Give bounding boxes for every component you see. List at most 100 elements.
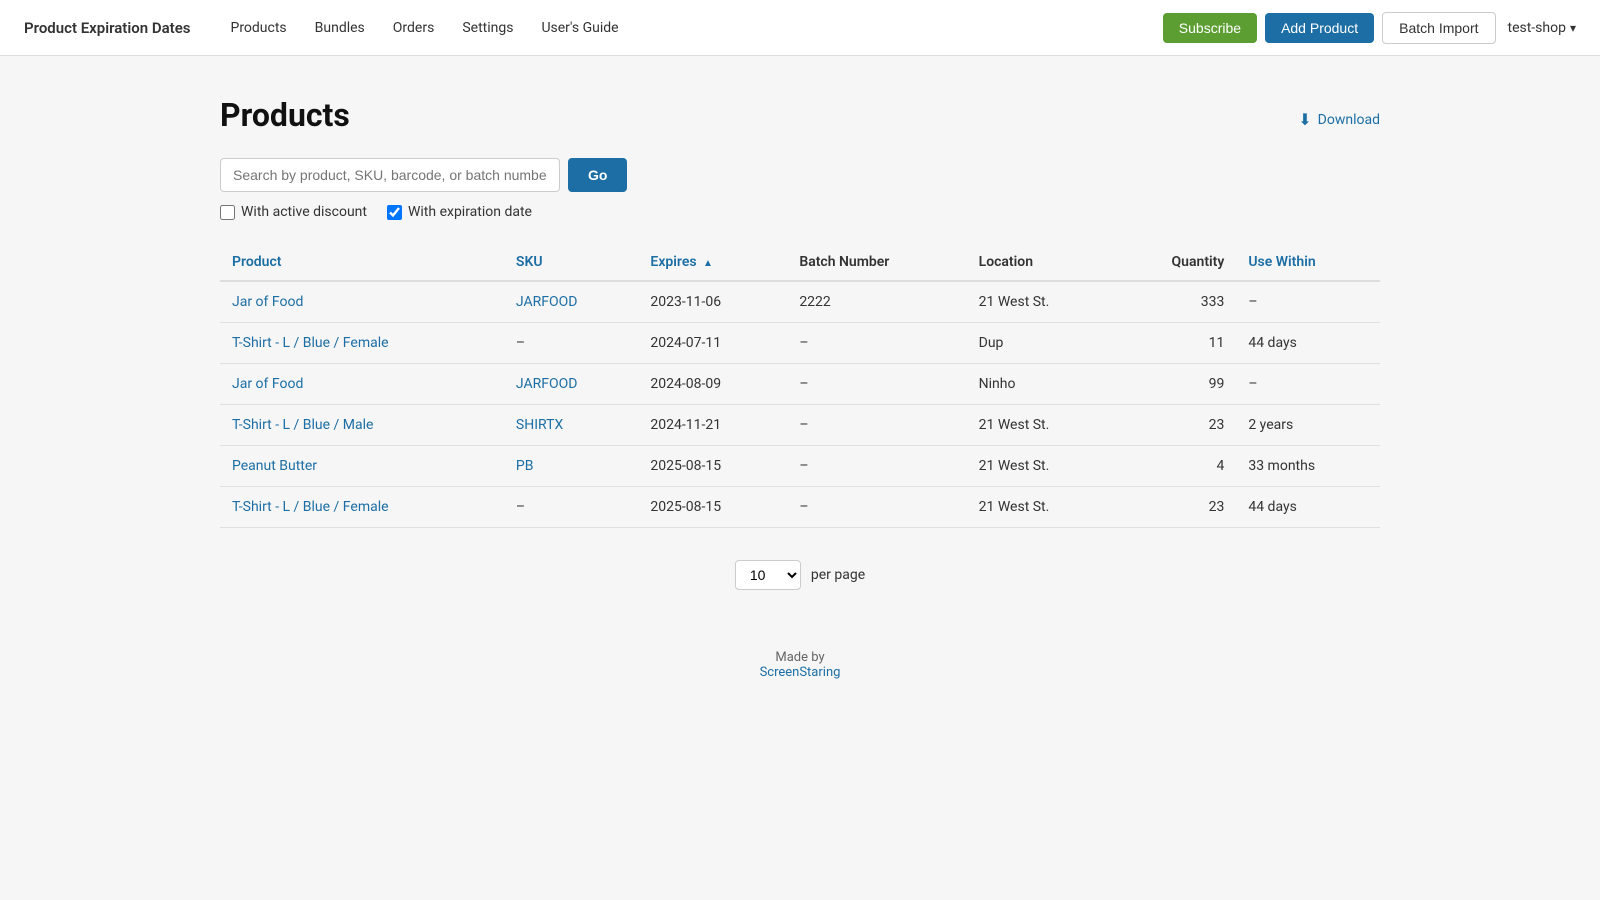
cell-sku: – bbox=[504, 323, 639, 364]
nav-link-users-guide[interactable]: User's Guide bbox=[529, 12, 630, 44]
cell-location: 21 West St. bbox=[967, 446, 1116, 487]
cell-product: T-Shirt - L / Blue / Female bbox=[220, 487, 504, 528]
cell-expires: 2025-08-15 bbox=[638, 487, 787, 528]
filter-discount-checkbox[interactable] bbox=[220, 205, 235, 220]
nav-actions: Subscribe Add Product Batch Import test-… bbox=[1163, 12, 1576, 44]
cell-use-within: – bbox=[1236, 281, 1380, 323]
col-header-location: Location bbox=[967, 244, 1116, 281]
batch-import-button[interactable]: Batch Import bbox=[1382, 12, 1495, 44]
search-bar: Go bbox=[220, 158, 1380, 192]
add-product-button[interactable]: Add Product bbox=[1265, 13, 1374, 43]
filter-expiration-label[interactable]: With expiration date bbox=[387, 204, 532, 220]
products-table: Product SKU Expires ▲ Batch Number Locat… bbox=[220, 244, 1380, 528]
cell-batch-number: – bbox=[787, 364, 966, 405]
cell-expires: 2024-11-21 bbox=[638, 405, 787, 446]
product-link[interactable]: T-Shirt - L / Blue / Female bbox=[232, 335, 389, 351]
cell-expires: 2023-11-06 bbox=[638, 281, 787, 323]
cell-product: Jar of Food bbox=[220, 364, 504, 405]
cell-batch-number: 2222 bbox=[787, 281, 966, 323]
cell-location: 21 West St. bbox=[967, 405, 1116, 446]
filter-discount-label[interactable]: With active discount bbox=[220, 204, 367, 220]
page-header: Products ⬇ Download bbox=[220, 96, 1380, 134]
cell-quantity: 333 bbox=[1116, 281, 1237, 323]
product-link[interactable]: T-Shirt - L / Blue / Female bbox=[232, 499, 389, 515]
cell-use-within: 2 years bbox=[1236, 405, 1380, 446]
sku-link[interactable]: JARFOOD bbox=[516, 376, 578, 392]
sku-link[interactable]: SHIRTX bbox=[516, 417, 563, 433]
col-header-use-within: Use Within bbox=[1236, 244, 1380, 281]
cell-location: 21 West St. bbox=[967, 281, 1116, 323]
cell-batch-number: – bbox=[787, 405, 966, 446]
col-header-batch-number: Batch Number bbox=[787, 244, 966, 281]
nav-link-bundles[interactable]: Bundles bbox=[303, 12, 377, 44]
table-row: Jar of Food JARFOOD 2023-11-06222221 West … bbox=[220, 281, 1380, 323]
cell-use-within: – bbox=[1236, 364, 1380, 405]
cell-product: T-Shirt - L / Blue / Female bbox=[220, 323, 504, 364]
search-input[interactable] bbox=[220, 158, 560, 192]
sku-link[interactable]: PB bbox=[516, 458, 534, 474]
table-header-row: Product SKU Expires ▲ Batch Number Locat… bbox=[220, 244, 1380, 281]
table-row: T-Shirt - L / Blue / Female–2025-08-15–2… bbox=[220, 487, 1380, 528]
product-link[interactable]: T-Shirt - L / Blue / Male bbox=[232, 417, 373, 433]
cell-location: Dup bbox=[967, 323, 1116, 364]
page-title: Products bbox=[220, 96, 350, 134]
table-row: T-Shirt - L / Blue / Female–2024-07-11–D… bbox=[220, 323, 1380, 364]
cell-quantity: 23 bbox=[1116, 487, 1237, 528]
product-link[interactable]: Peanut Butter bbox=[232, 458, 317, 474]
col-header-expires[interactable]: Expires ▲ bbox=[638, 244, 787, 281]
col-header-quantity: Quantity bbox=[1116, 244, 1237, 281]
cell-sku: SHIRTX bbox=[504, 405, 639, 446]
cell-expires: 2024-07-11 bbox=[638, 323, 787, 364]
cell-quantity: 99 bbox=[1116, 364, 1237, 405]
cell-use-within: 44 days bbox=[1236, 487, 1380, 528]
cell-expires: 2025-08-15 bbox=[638, 446, 787, 487]
table-row: Jar of FoodJARFOOD2024-08-09–Ninho99– bbox=[220, 364, 1380, 405]
pagination-row: 102550100 per page bbox=[220, 560, 1380, 590]
per-page-select[interactable]: 102550100 bbox=[735, 560, 801, 590]
go-button[interactable]: Go bbox=[568, 158, 627, 192]
nav-link-orders[interactable]: Orders bbox=[381, 12, 447, 44]
col-header-product[interactable]: Product bbox=[220, 244, 504, 281]
cell-batch-number: – bbox=[787, 446, 966, 487]
cell-expires: 2024-08-09 bbox=[638, 364, 787, 405]
cell-product: Peanut Butter bbox=[220, 446, 504, 487]
nav-link-settings[interactable]: Settings bbox=[450, 12, 525, 44]
subscribe-button[interactable]: Subscribe bbox=[1163, 13, 1257, 43]
cell-location: 21 West St. bbox=[967, 487, 1116, 528]
cell-location: Ninho bbox=[967, 364, 1116, 405]
cell-sku: – bbox=[504, 487, 639, 528]
download-icon: ⬇ bbox=[1298, 110, 1311, 129]
cell-sku: PB bbox=[504, 446, 639, 487]
shop-selector[interactable]: test-shop bbox=[1508, 20, 1577, 36]
cell-quantity: 4 bbox=[1116, 446, 1237, 487]
product-link[interactable]: Jar of Food bbox=[232, 376, 303, 392]
product-link[interactable]: Jar of Food bbox=[232, 294, 303, 310]
cell-use-within: 44 days bbox=[1236, 323, 1380, 364]
cell-use-within: 33 months bbox=[1236, 446, 1380, 487]
cell-product: T-Shirt - L / Blue / Male bbox=[220, 405, 504, 446]
sku-link[interactable]: JARFOOD bbox=[516, 294, 578, 310]
nav-link-products[interactable]: Products bbox=[218, 12, 298, 44]
table-body: Jar of FoodJARFOOD2023-11-06222221 West … bbox=[220, 281, 1380, 528]
filter-expiration-checkbox[interactable] bbox=[387, 205, 402, 220]
cell-sku: JARFOOD bbox=[504, 364, 639, 405]
made-by-text: Made by bbox=[220, 650, 1380, 665]
table-head: Product SKU Expires ▲ Batch Number Locat… bbox=[220, 244, 1380, 281]
cell-sku: JARFOOD bbox=[504, 281, 639, 323]
nav-links: Products Bundles Orders Settings User's … bbox=[218, 12, 1162, 44]
per-page-label: per page bbox=[811, 567, 865, 583]
download-link[interactable]: ⬇ Download bbox=[1298, 110, 1380, 129]
cell-quantity: 23 bbox=[1116, 405, 1237, 446]
cell-product: Jar of Food bbox=[220, 281, 504, 323]
filter-discount-text: With active discount bbox=[241, 204, 367, 220]
table-row: T-Shirt - L / Blue / Male SHIRTX 2024-11-2… bbox=[220, 405, 1380, 446]
download-label: Download bbox=[1318, 112, 1380, 128]
maker-link[interactable]: ScreenStaring bbox=[760, 665, 841, 680]
filter-expiration-text: With expiration date bbox=[408, 204, 532, 220]
footer: Made by ScreenStaring bbox=[220, 650, 1380, 680]
col-header-sku[interactable]: SKU bbox=[504, 244, 639, 281]
nav-bar: Product Expiration Dates Products Bundle… bbox=[0, 0, 1600, 56]
filter-row: With active discount With expiration dat… bbox=[220, 204, 1380, 220]
cell-batch-number: – bbox=[787, 487, 966, 528]
cell-quantity: 11 bbox=[1116, 323, 1237, 364]
